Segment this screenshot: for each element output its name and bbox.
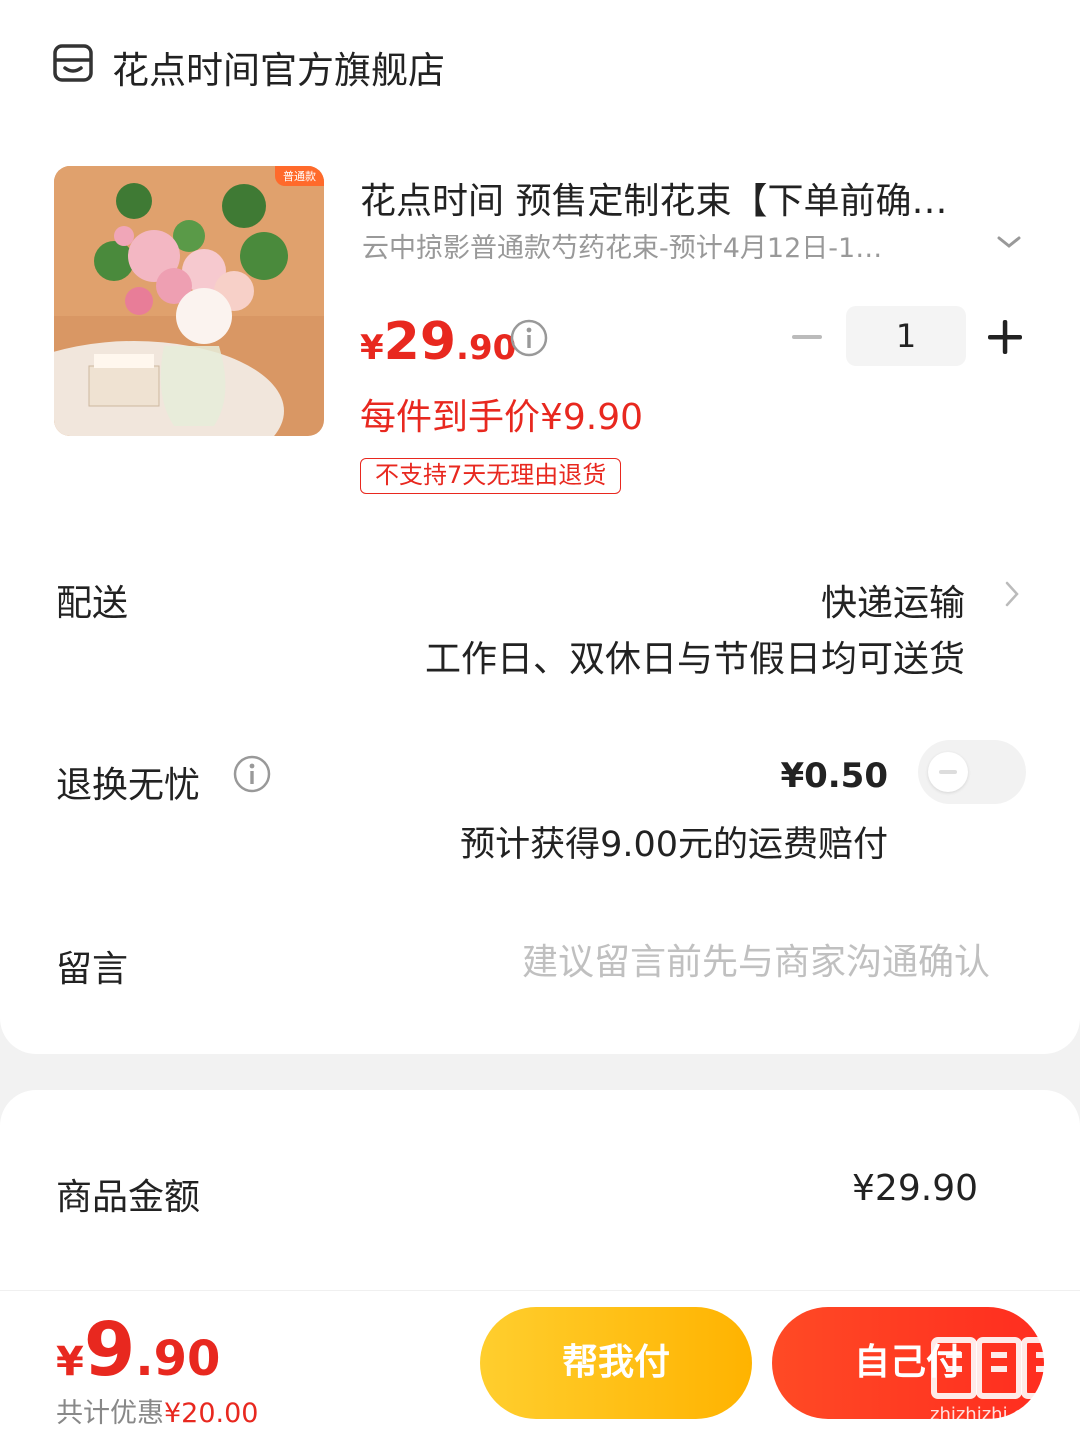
- minus-icon[interactable]: [790, 320, 824, 354]
- message-input[interactable]: [420, 934, 990, 990]
- product-price: ¥29.90: [360, 312, 516, 372]
- help-pay-button[interactable]: 帮我付: [480, 1307, 752, 1419]
- price-integer: 29: [383, 312, 457, 372]
- chevron-right-icon[interactable]: [1000, 578, 1024, 610]
- discount-value: ¥20.00: [164, 1398, 259, 1429]
- delivery-desc: 工作日、双休日与节假日均可送货: [424, 639, 965, 680]
- chevron-down-icon[interactable]: [994, 230, 1024, 254]
- discount-label: 共计优惠: [56, 1398, 164, 1429]
- order-item-card: 花点时间官方旗舰店 普通款 花点时间 预售定制花束【下单前确… 云中掠影普通款芍…: [0, 0, 1080, 1054]
- price-decimal: .90: [456, 328, 517, 368]
- summary-card: 商品金额 ¥29.90: [0, 1090, 1080, 1290]
- message-label: 留言: [56, 949, 129, 990]
- total-price: ¥9.90: [56, 1307, 220, 1393]
- checkout-bar: ¥9.90 共计优惠¥20.00 帮我付 自己付: [0, 1290, 1080, 1432]
- return-policy-badge: 不支持7天无理由退货: [360, 458, 622, 494]
- discount-summary: 共计优惠¥20.00: [56, 1391, 258, 1430]
- total-integer: 9: [83, 1307, 136, 1393]
- flower-bouquet-image: [54, 166, 324, 436]
- toggle-knob: [928, 752, 968, 792]
- return-insurance-label: 退换无忧: [56, 765, 201, 806]
- total-currency: ¥: [56, 1339, 84, 1385]
- return-insurance-toggle[interactable]: [918, 740, 1026, 804]
- store-icon: [53, 44, 93, 82]
- quantity-stepper[interactable]: 1: [846, 306, 966, 366]
- amount-value: ¥29.90: [852, 1168, 978, 1209]
- amount-label: 商品金额: [56, 1177, 201, 1218]
- delivery-method[interactable]: 快递运输: [821, 574, 965, 626]
- delivery-label: 配送: [56, 583, 129, 624]
- return-insurance-price: ¥0.50: [780, 756, 888, 796]
- product-title[interactable]: 花点时间 预售定制花束【下单前确…: [360, 172, 990, 224]
- info-icon[interactable]: [509, 318, 549, 358]
- watermark-text: zhizhizhi.com: [930, 1404, 1052, 1425]
- watermark-logo: [931, 1337, 1067, 1399]
- unit-price: 每件到手价¥9.90: [360, 397, 644, 438]
- total-decimal: .90: [135, 1331, 221, 1387]
- return-insurance-desc: 预计获得9.00元的运费赔付: [460, 825, 888, 865]
- price-currency: ¥: [360, 328, 384, 368]
- product-tag-badge: 普通款: [275, 166, 324, 186]
- plus-icon[interactable]: [986, 318, 1024, 356]
- info-icon[interactable]: [232, 754, 272, 794]
- product-thumbnail[interactable]: 普通款: [54, 166, 324, 436]
- store-name[interactable]: 花点时间官方旗舰店: [112, 40, 445, 94]
- product-sku[interactable]: 云中掠影普通款芍药花束-预计4月12日-1…: [362, 226, 922, 265]
